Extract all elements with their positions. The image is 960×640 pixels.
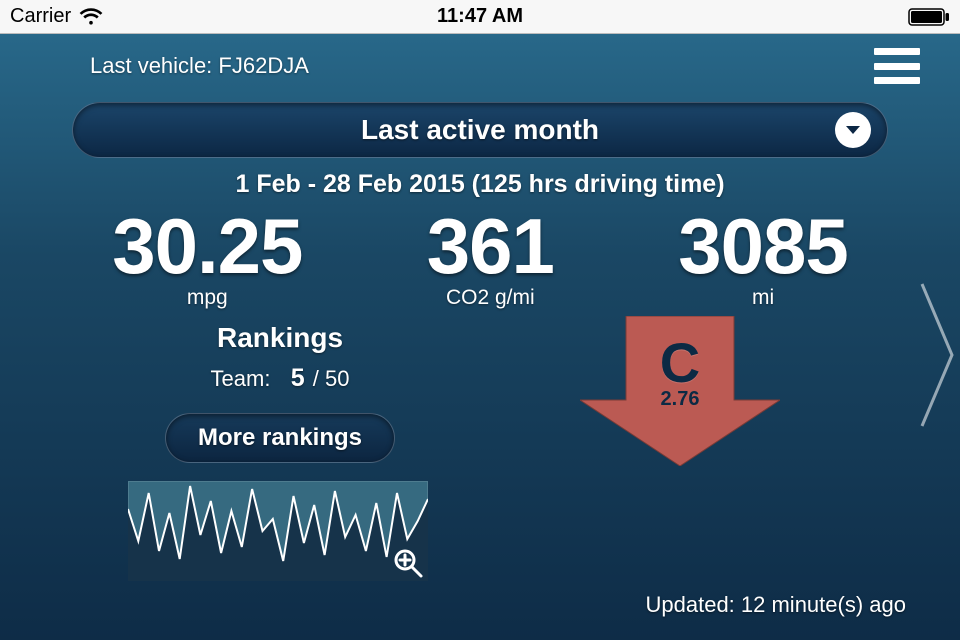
battery-icon (908, 8, 950, 26)
grade-indicator: C 2.76 (580, 316, 780, 466)
carrier-label: Carrier (10, 5, 71, 28)
grade-letter: C (580, 330, 780, 395)
rankings-team-label: Team: (211, 366, 271, 391)
trend-chart-svg (128, 481, 428, 581)
rankings-team-position: 5 (289, 364, 307, 393)
menu-button[interactable] (874, 48, 920, 84)
grade-score: 2.76 (580, 388, 780, 411)
hamburger-icon-bar (874, 63, 920, 70)
status-bar: Carrier 11:47 AM (0, 0, 960, 34)
status-right (750, 8, 950, 26)
date-range: 1 Feb - 28 Feb 2015 (125 hrs driving tim… (0, 170, 960, 199)
chevron-right-icon (918, 280, 958, 430)
stat-co2: 361 CO2 g/mi (427, 201, 554, 310)
last-vehicle-id: FJ62DJA (218, 53, 308, 78)
rankings-separator: / (313, 366, 319, 391)
stats-row: 30.25 mpg 361 CO2 g/mi 3085 mi (50, 201, 910, 310)
status-time: 11:47 AM (437, 5, 523, 28)
chevron-down-icon (835, 112, 871, 148)
lower-section: Rankings Team: 5 / 50 More rankings (0, 322, 960, 622)
status-left: Carrier (10, 5, 210, 28)
last-vehicle-label: Last vehicle: (90, 53, 212, 78)
next-page-chevron[interactable] (918, 280, 958, 430)
more-rankings-button[interactable]: More rankings (165, 413, 395, 463)
hamburger-icon-bar (874, 77, 920, 84)
rankings-team-line: Team: 5 / 50 (120, 364, 440, 393)
stat-co2-value: 361 (427, 201, 554, 292)
rankings-title: Rankings (120, 322, 440, 354)
more-rankings-label: More rankings (198, 424, 362, 452)
hamburger-icon-bar (874, 48, 920, 55)
wifi-icon (79, 8, 103, 26)
rankings-block: Rankings Team: 5 / 50 More rankings (120, 322, 440, 581)
zoom-icon (392, 547, 424, 579)
stat-distance-value: 3085 (678, 201, 848, 292)
trend-chart[interactable] (128, 481, 428, 581)
rankings-team-total: 50 (325, 366, 349, 391)
last-vehicle: Last vehicle: FJ62DJA (90, 53, 309, 79)
updated-label: Updated: 12 minute(s) ago (646, 592, 907, 618)
stat-mpg-value: 30.25 (112, 201, 302, 292)
stat-distance: 3085 mi (678, 201, 848, 310)
period-dropdown[interactable]: Last active month (72, 102, 888, 158)
stat-co2-unit: CO2 g/mi (427, 286, 554, 310)
period-selected-label: Last active month (361, 114, 599, 146)
header-row: Last vehicle: FJ62DJA (0, 34, 960, 94)
stat-mpg: 30.25 mpg (112, 201, 302, 310)
